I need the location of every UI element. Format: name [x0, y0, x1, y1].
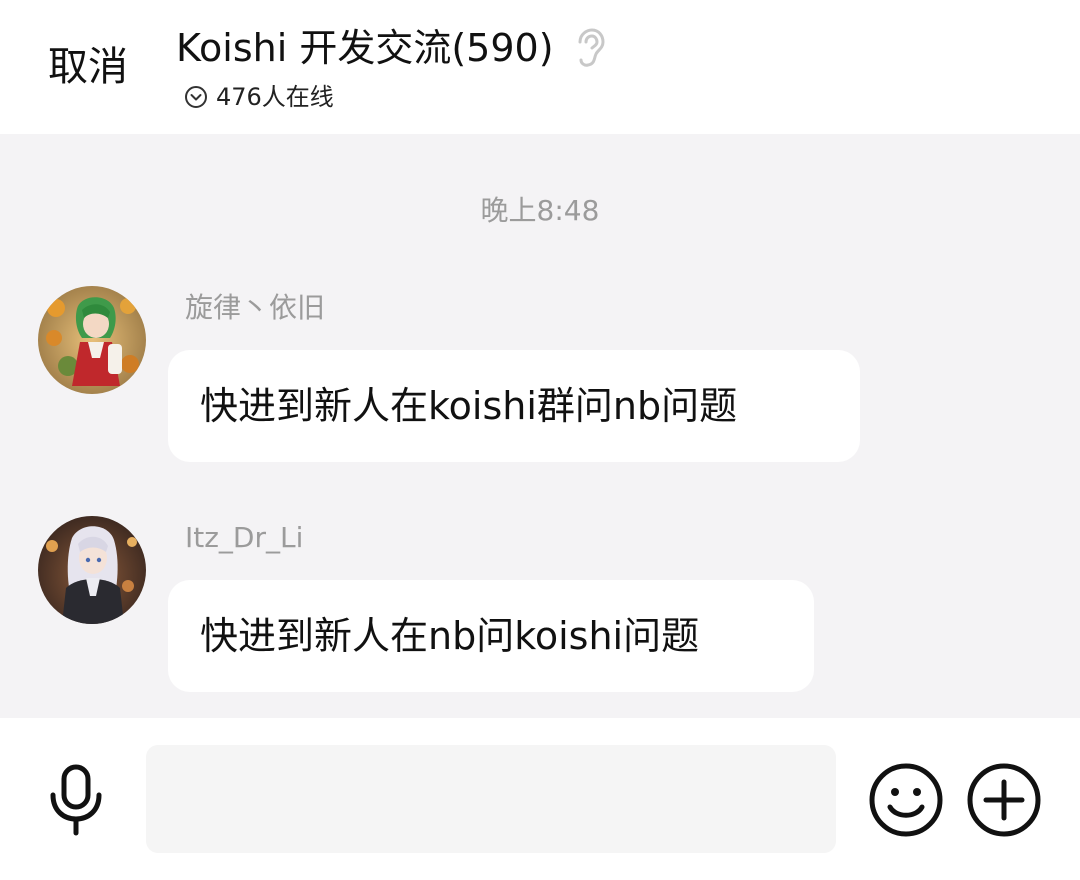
message-timestamp: 晚上8:48: [480, 194, 600, 227]
message-bubble[interactable]: 快进到新人在nb问koishi问题: [168, 580, 814, 692]
chevron-down-circle-icon: [184, 85, 208, 109]
avatar[interactable]: [38, 516, 146, 624]
sender-name[interactable]: 旋律丶依旧: [185, 288, 325, 328]
cancel-button[interactable]: 取消: [48, 42, 128, 92]
avatar[interactable]: [38, 286, 146, 394]
online-status-row[interactable]: 476人在线: [184, 80, 334, 114]
message-list[interactable]: 晚上8:48 旋律丶依旧 快进到新人在koishi群问nb问题 Itz_Dr_L…: [0, 134, 1080, 718]
ear-icon[interactable]: [572, 26, 608, 70]
sender-name[interactable]: Itz_Dr_Li: [185, 518, 303, 558]
plus-circle-icon[interactable]: [966, 762, 1042, 838]
microphone-icon[interactable]: [44, 762, 108, 838]
message-text: 快进到新人在koishi群问nb问题: [200, 384, 738, 428]
online-count: 476人在线: [216, 83, 334, 111]
group-title[interactable]: Koishi 开发交流(590): [176, 23, 554, 73]
group-title-row[interactable]: Koishi 开发交流(590): [176, 22, 608, 74]
smiley-icon[interactable]: [868, 762, 944, 838]
message-text: 快进到新人在nb问koishi问题: [200, 614, 700, 658]
chat-header: 取消 Koishi 开发交流(590) 476人在线: [0, 0, 1080, 134]
input-bar: [0, 718, 1080, 880]
message-bubble[interactable]: 快进到新人在koishi群问nb问题: [168, 350, 860, 462]
message-input[interactable]: [146, 745, 836, 853]
